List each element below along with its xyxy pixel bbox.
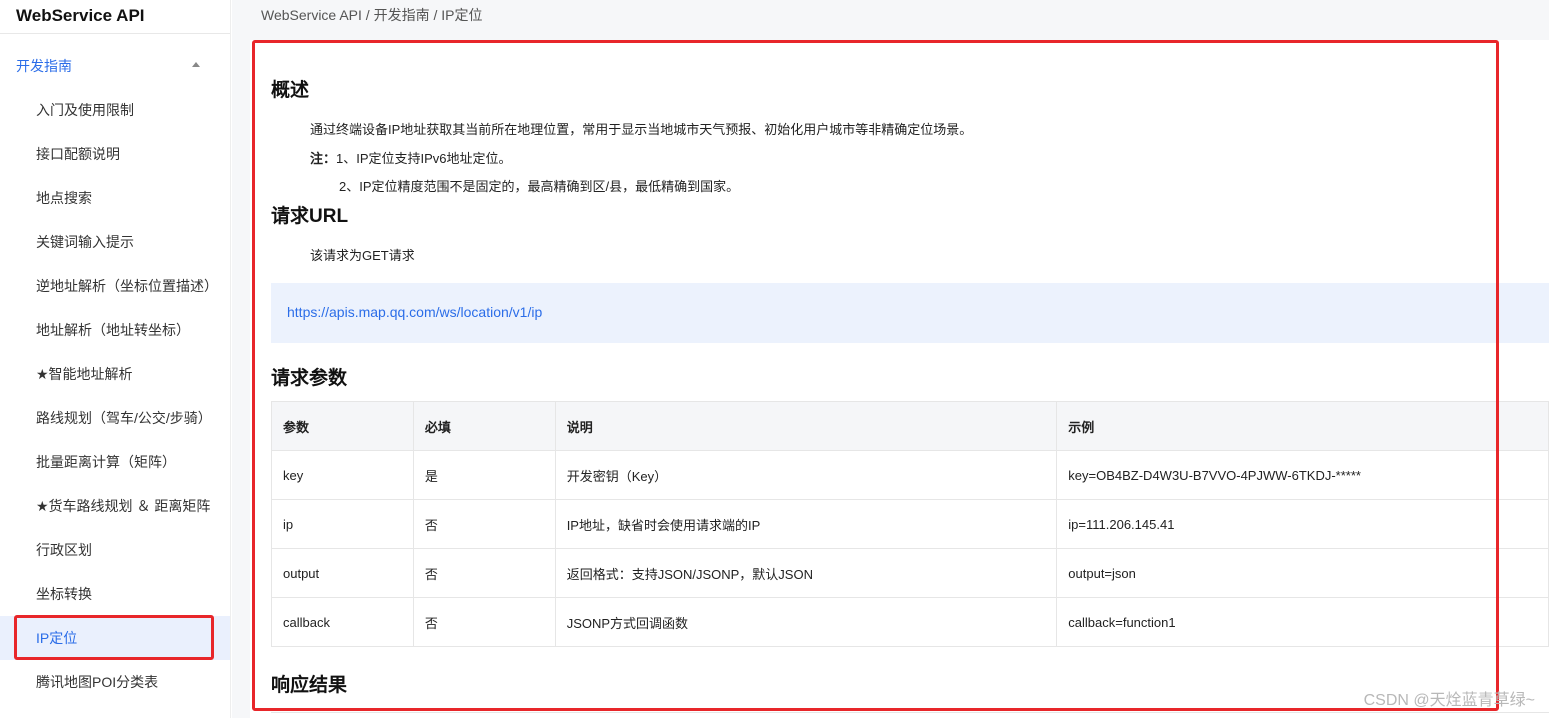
nav-group-dev-guide[interactable]: 开发指南 [0,44,230,88]
sidebar: WebService API 开发指南 入门及使用限制 接口配额说明 地点搜索 … [0,0,231,718]
table-cell: output [271,548,414,598]
sidebar-item-getting-started[interactable]: 入门及使用限制 [0,88,230,132]
request-url-link[interactable]: https://apis.map.qq.com/ws/location/v1/i… [287,304,542,320]
table-cell: IP地址，缺省时会使用请求端的IP [554,499,1058,549]
request-params-heading: 请求参数 [271,368,348,389]
sidebar-item-distance-matrix[interactable]: 批量距离计算（矩阵） [0,440,230,484]
nav-list: 入门及使用限制 接口配额说明 地点搜索 关键词输入提示 逆地址解析（坐标位置描述… [0,88,230,704]
note-line-1: 注：1、IP定位支持IPv6地址定位。 [310,148,512,167]
table-cell: JSONP方式回调函数 [554,597,1058,647]
watermark: CSDN @天烇蓝青草绿~ [1363,692,1535,709]
table-header-required: 必填 [412,401,556,451]
table-row: ip 否 IP地址，缺省时会使用请求端的IP ip=111.206.145.41 [271,499,1549,549]
table-header-param: 参数 [271,401,414,451]
table-row: callback 否 JSONP方式回调函数 callback=function… [271,597,1549,647]
url-code-block: https://apis.map.qq.com/ws/location/v1/i… [271,283,1549,343]
sidebar-item-poi-category[interactable]: 腾讯地图POI分类表 [0,660,230,704]
table-cell: 否 [412,548,556,598]
note-line-2: 2、IP定位精度范围不是固定的，最高精确到区/县，最低精确到国家。 [339,179,740,194]
nav-group-label: 开发指南 [16,58,72,74]
breadcrumb: WebService API / 开发指南 / IP定位 [261,7,483,23]
table-cell: 开发密钥（Key） [554,450,1058,500]
sidebar-item-smart-geocoding[interactable]: ★智能地址解析 [0,352,230,396]
table-cell: 返回格式：支持JSON/JSONP，默认JSON [554,548,1058,598]
sidebar-item-truck-route[interactable]: ★货车路线规划 ＆ 距离矩阵 [0,484,230,528]
table-header-example: 示例 [1056,401,1549,451]
table-header-row: 参数 必填 说明 示例 [271,401,1549,451]
table-cell: callback [271,597,414,647]
response-heading: 响应结果 [271,675,348,696]
doc-content: 概述 通过终端设备IP地址获取其当前所在地理位置，常用于显示当地城市天气预报、初… [250,40,1549,718]
response-table-edge [271,712,1549,718]
main-area: WebService API / 开发指南 / IP定位 概述 通过终端设备IP… [232,0,1549,718]
sidebar-item-suggestion[interactable]: 关键词输入提示 [0,220,230,264]
request-method-text: 该请求为GET请求 [310,248,415,263]
table-cell: 否 [412,499,556,549]
table-cell: key=OB4BZ-D4W3U-B7VVO-4PJWW-6TKDJ-***** [1056,450,1549,500]
table-cell: ip [271,499,414,549]
note-1-text: 1、IP定位支持IPv6地址定位。 [336,151,512,166]
app-title: WebService API [0,0,230,34]
overview-heading: 概述 [271,80,310,101]
sidebar-item-coord-convert[interactable]: 坐标转换 [0,572,230,616]
table-row: key 是 开发密钥（Key） key=OB4BZ-D4W3U-B7VVO-4P… [271,450,1549,500]
sidebar-item-quota[interactable]: 接口配额说明 [0,132,230,176]
app-window: WebService API 开发指南 入门及使用限制 接口配额说明 地点搜索 … [0,0,1549,718]
params-table: 参数 必填 说明 示例 key 是 开发密钥（Key） key=OB4BZ-D4… [271,401,1549,647]
table-cell: 否 [412,597,556,647]
sidebar-item-route-planning[interactable]: 路线规划（驾车/公交/步骑） [0,396,230,440]
table-cell: callback=function1 [1056,597,1549,647]
sidebar-item-reverse-geocoding[interactable]: 逆地址解析（坐标位置描述） [0,264,230,308]
table-cell: key [271,450,414,500]
overview-text: 通过终端设备IP地址获取其当前所在地理位置，常用于显示当地城市天气预报、初始化用… [310,122,973,137]
caret-up-icon[interactable] [192,62,200,67]
sidebar-item-ip-location[interactable]: IP定位 [0,616,230,660]
table-cell: ip=111.206.145.41 [1056,499,1549,549]
sidebar-item-geocoding[interactable]: 地址解析（地址转坐标） [0,308,230,352]
table-header-description: 说明 [554,401,1058,451]
table-cell: 是 [412,450,556,500]
sidebar-item-place-search[interactable]: 地点搜索 [0,176,230,220]
table-row: output 否 返回格式：支持JSON/JSONP，默认JSON output… [271,548,1549,598]
note-label: 注： [310,151,337,166]
sidebar-item-district[interactable]: 行政区划 [0,528,230,572]
table-cell: output=json [1056,548,1549,598]
request-url-heading: 请求URL [271,206,349,227]
